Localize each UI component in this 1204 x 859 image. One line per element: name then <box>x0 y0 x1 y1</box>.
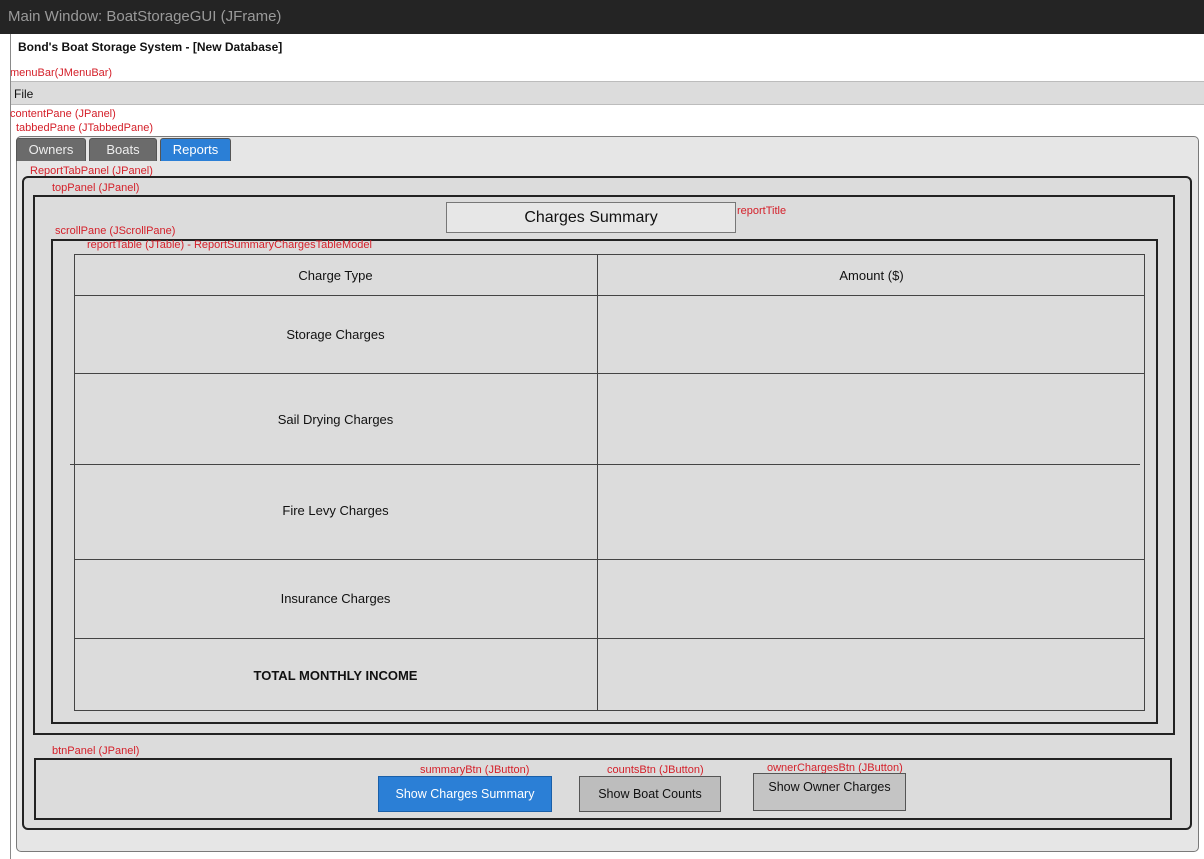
row-label-storage: Storage Charges <box>286 327 385 342</box>
column-header-amount: Amount ($) <box>839 268 904 283</box>
tab-owners[interactable]: Owners <box>16 138 86 161</box>
content-pane-border <box>10 34 11 859</box>
show-charges-summary-button[interactable]: Show Charges Summary <box>378 776 552 812</box>
row-divider <box>74 373 1145 374</box>
row-divider <box>74 559 1145 560</box>
window-titlebar: Main Window: BoatStorageGUI (JFrame) <box>0 0 1204 34</box>
btnpanel-annotation: btnPanel (JPanel) <box>52 745 140 757</box>
row-divider <box>70 464 1140 465</box>
row-divider <box>74 638 1145 639</box>
report-title: Charges Summary <box>446 202 736 233</box>
show-boat-counts-button[interactable]: Show Boat Counts <box>579 776 721 812</box>
menu-item-file[interactable]: File <box>14 87 33 101</box>
window-title: Main Window: BoatStorageGUI (JFrame) <box>8 8 282 25</box>
reporttable-annotation: reportTable (JTable) - ReportSummaryChar… <box>87 239 372 251</box>
scrollpane-annotation: scrollPane (JScrollPane) <box>55 225 176 237</box>
column-divider <box>597 254 598 711</box>
row-label-total: TOTAL MONTHLY INCOME <box>253 668 418 683</box>
show-owner-charges-button[interactable]: Show Owner Charges <box>753 773 906 811</box>
reporttitle-annotation: reportTitle <box>737 205 787 217</box>
tabbedpane-annotation: tabbedPane (JTabbedPane) <box>16 122 153 134</box>
report-table <box>74 254 1145 711</box>
menu-bar: File <box>10 81 1204 105</box>
column-header-charge-type: Charge Type <box>298 268 373 283</box>
menubar-annotation: menuBar(JMenuBar) <box>10 67 113 79</box>
row-label-sail-drying: Sail Drying Charges <box>277 412 394 427</box>
summarybtn-annotation: summaryBtn (JButton) <box>420 764 530 776</box>
contentpane-annotation: contentPane (JPanel) <box>10 108 116 120</box>
app-title: Bond's Boat Storage System - [New Databa… <box>18 40 283 54</box>
tab-boats[interactable]: Boats <box>89 138 157 161</box>
countsbtn-annotation: countsBtn (JButton) <box>607 764 704 776</box>
row-label-fire-levy: Fire Levy Charges <box>282 503 389 518</box>
row-label-insurance: Insurance Charges <box>280 591 391 606</box>
tab-reports[interactable]: Reports <box>160 138 231 161</box>
toppanel-annotation: topPanel (JPanel) <box>52 182 140 194</box>
header-divider <box>74 295 1145 296</box>
